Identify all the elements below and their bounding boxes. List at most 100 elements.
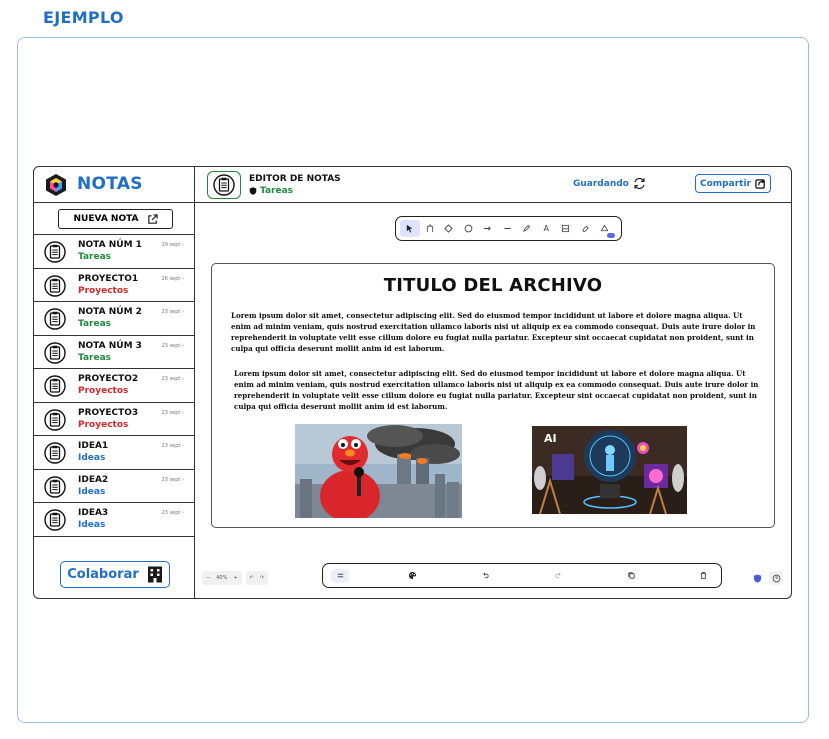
zoom-out-button[interactable]: − xyxy=(206,575,210,581)
copy-icon xyxy=(628,572,635,579)
editor-title: EDITOR DE NOTAS xyxy=(249,174,341,184)
diamond-tool[interactable] xyxy=(439,220,459,237)
menu-button[interactable] xyxy=(331,568,349,583)
share-button[interactable]: Compartir xyxy=(695,174,771,193)
note-date: 23 sept › xyxy=(161,376,184,382)
note-list-item[interactable]: PROYECTO2 Proyectos 23 sept › xyxy=(34,369,194,403)
document-paragraph-2: Lorem ipsum dolor sit amet, consectetur … xyxy=(234,369,759,411)
zoom-level[interactable]: 40% xyxy=(216,575,227,581)
note-category: Ideas xyxy=(78,453,106,463)
note-list-item[interactable]: IDEA2 Ideas 23 sept › xyxy=(34,470,194,503)
note-list-item[interactable]: NOTA NÚM 2 Tareas 23 sept › xyxy=(34,302,194,336)
zoom-in-button[interactable]: + xyxy=(233,575,237,581)
building-icon xyxy=(147,566,162,583)
note-list-item[interactable]: IDEA3 Ideas 23 sept › xyxy=(34,503,194,537)
editor-header: EDITOR DE NOTAS Tareas Guardando Compart… xyxy=(195,167,791,203)
note-title: IDEA1 xyxy=(78,441,109,451)
note-category: Tareas xyxy=(78,352,112,363)
copy-button[interactable] xyxy=(622,569,640,583)
note-icon xyxy=(44,341,66,364)
elmo-city-image xyxy=(295,424,462,518)
redo-small-button[interactable]: ↷ xyxy=(260,575,264,581)
saving-label: Guardando xyxy=(573,178,629,189)
document-canvas[interactable]: TITULO DEL ARCHIVO Lorem ipsum dolor sit… xyxy=(211,263,775,528)
drawing-toolbar: A xyxy=(395,216,622,241)
security-button[interactable] xyxy=(750,571,764,585)
note-list: NOTA NÚM 1 Tareas 29 sept › PROYECTO1 Proyec… xyxy=(34,235,194,537)
sidebar: NOTAS NUEVA NOTA NOTA NÚM 1 Tareas 29 sept… xyxy=(34,167,195,598)
note-list-item[interactable]: PROYECTO3 Proyectos 23 sept › xyxy=(34,403,194,436)
note-category: Proyectos xyxy=(78,285,129,296)
note-title: NOTA NÚM 2 xyxy=(78,307,142,317)
note-category: Proyectos xyxy=(78,386,129,396)
text-tool[interactable]: A xyxy=(537,220,557,237)
image-tool[interactable] xyxy=(556,220,576,237)
arrow-right-icon xyxy=(484,226,492,231)
menu-icon xyxy=(337,573,343,578)
note-title: IDEA3 xyxy=(78,508,109,518)
hand-icon xyxy=(426,224,433,233)
collaborate-button[interactable]: Colaborar xyxy=(60,561,170,588)
share-label: Compartir xyxy=(700,178,751,189)
help-button[interactable] xyxy=(769,571,783,585)
note-list-item[interactable]: NOTA NÚM 3 Tareas 23 sept › xyxy=(34,336,194,369)
line-tool[interactable] xyxy=(498,220,518,237)
bottom-toolbar xyxy=(322,563,722,588)
hand-tool[interactable] xyxy=(420,220,440,237)
note-list-item[interactable]: PROYECTO1 Proyectos 26 sept › xyxy=(34,269,194,302)
corner-controls xyxy=(750,571,783,585)
note-icon xyxy=(44,274,66,297)
note-date: 23 sept › xyxy=(161,476,184,483)
new-note-button[interactable]: NUEVA NOTA xyxy=(58,209,173,229)
note-title: IDEA2 xyxy=(78,474,109,485)
brand-name: NOTAS xyxy=(77,174,143,194)
redo-button[interactable] xyxy=(549,569,567,583)
document-paragraph-1: Lorem ipsum dolor sit amet, consectetur … xyxy=(231,311,756,353)
note-list-item[interactable]: IDEA1 Ideas 23 sept › xyxy=(34,436,194,470)
diamond-icon xyxy=(444,224,453,233)
pointer-tool[interactable] xyxy=(400,220,420,237)
note-title: PROYECTO1 xyxy=(78,273,139,284)
note-icon xyxy=(213,174,235,196)
circle-tool[interactable] xyxy=(459,220,479,237)
cursor-icon xyxy=(407,224,413,233)
collaborate-label: Colaborar xyxy=(67,567,139,582)
eraser-icon xyxy=(582,225,589,233)
shapes-icon xyxy=(600,224,609,232)
note-category: Tareas xyxy=(78,319,112,329)
notes-app-window: NOTAS NUEVA NOTA NOTA NÚM 1 Tareas 29 sept… xyxy=(33,166,792,599)
eraser-tool[interactable] xyxy=(576,220,596,237)
note-date: 23 sept › xyxy=(161,342,184,349)
delete-button[interactable] xyxy=(695,569,713,583)
line-icon xyxy=(504,228,511,229)
undo-small-button[interactable]: ↶ xyxy=(250,575,254,581)
pencil-tool[interactable] xyxy=(517,220,537,237)
history-box: ↶ ↷ xyxy=(245,571,268,585)
editor-category-label: Tareas xyxy=(260,186,294,196)
note-date: 26 sept › xyxy=(161,275,184,282)
editor-category: Tareas xyxy=(249,186,293,196)
external-link-icon xyxy=(147,213,158,224)
new-note-label: NUEVA NOTA xyxy=(73,214,139,224)
palette-icon xyxy=(409,571,417,580)
brand-header: NOTAS xyxy=(34,167,194,203)
note-date: 23 sept › xyxy=(161,443,184,449)
ai-art-studio-image: AI xyxy=(532,426,687,514)
text-tool-glyph: A xyxy=(543,224,549,233)
note-title: NOTA NÚM 1 xyxy=(78,240,142,250)
arrow-tool[interactable] xyxy=(478,220,498,237)
note-category: Ideas xyxy=(78,486,106,497)
palette-button[interactable] xyxy=(404,569,422,583)
shield-icon xyxy=(249,187,257,195)
note-list-item[interactable]: NOTA NÚM 1 Tareas 29 sept › xyxy=(34,235,194,269)
shapes-tool[interactable] xyxy=(595,220,615,238)
note-category: Tareas xyxy=(78,252,112,262)
help-icon xyxy=(772,574,780,582)
note-category: Proyectos xyxy=(78,419,129,430)
note-icon xyxy=(44,475,66,498)
undo-button[interactable] xyxy=(477,569,495,583)
shapes-badge xyxy=(606,233,615,238)
share-icon xyxy=(755,179,765,189)
note-category: Ideas xyxy=(78,520,106,530)
note-title: NOTA NÚM 3 xyxy=(78,340,142,351)
